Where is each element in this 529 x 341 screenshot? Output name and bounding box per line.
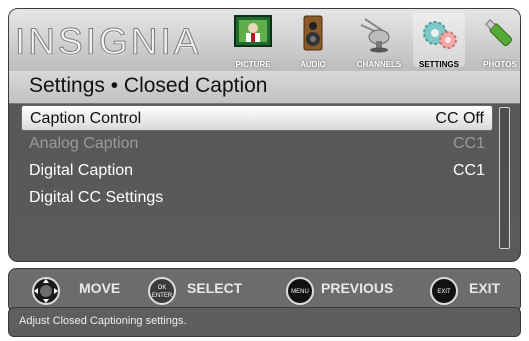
menu-item-analog-caption: Analog Caption CC1 [21, 131, 493, 158]
picture-icon [233, 15, 273, 56]
menu-item-value: CC1 [452, 162, 485, 179]
menu-item-value: CC1 [452, 135, 485, 152]
tab-label-audio: AUDIO [300, 60, 326, 69]
tab-photos[interactable]: PHOTOS [470, 13, 520, 69]
menu-item-caption-control[interactable]: Caption Control CC Off [21, 105, 493, 131]
exit-button-icon: EXIT [429, 276, 459, 311]
svg-text:EXIT: EXIT [437, 289, 451, 295]
ok-enter-icon: OK ENTER [147, 276, 177, 311]
menu-item-digital-caption[interactable]: Digital Caption CC1 [21, 158, 493, 185]
tab-label-picture: PICTURE [235, 60, 271, 69]
menu-panel: INSIGNIA PICTURE AUDIO CHANNELS SETTINGS… [8, 8, 521, 262]
menu-item-label: Analog Caption [29, 135, 139, 152]
tab-label-channels: CHANNELS [356, 60, 402, 69]
speaker-icon [298, 15, 328, 58]
hint-select-label: SELECT [187, 280, 243, 296]
menu-item-label: Digital CC Settings [29, 189, 164, 206]
menu-button-icon: MENU [285, 276, 315, 311]
tab-picture[interactable]: PICTURE [223, 13, 283, 69]
scrollbar[interactable] [499, 107, 510, 249]
brand-logo: INSIGNIA [14, 21, 202, 63]
tab-audio[interactable]: AUDIO [283, 13, 343, 69]
tab-settings[interactable]: SETTINGS [409, 13, 469, 69]
hint-previous-label: PREVIOUS [321, 280, 394, 296]
menu-item-digital-cc-settings[interactable]: Digital CC Settings [21, 185, 493, 212]
gears-icon [419, 15, 459, 58]
dpad-icon [31, 276, 61, 311]
satellite-dish-icon [359, 15, 399, 58]
breadcrumb-bar: Settings • Closed Caption [9, 71, 520, 104]
menu-header: INSIGNIA PICTURE AUDIO CHANNELS SETTINGS… [9, 9, 520, 72]
tab-channels[interactable]: CHANNELS [349, 13, 409, 69]
svg-text:MENU: MENU [291, 289, 309, 295]
svg-text:OK: OK [158, 285, 167, 291]
help-box: Adjust Closed Captioning settings. [8, 307, 521, 337]
menu-list: Caption Control CC Off Analog Caption CC… [21, 105, 493, 212]
breadcrumb: Settings • Closed Caption [29, 74, 268, 97]
help-text: Adjust Closed Captioning settings. [19, 315, 187, 327]
menu-item-value: CC Off [435, 110, 484, 127]
hint-exit-label: EXIT [469, 280, 501, 296]
usb-drive-icon [483, 15, 517, 58]
menu-item-label: Caption Control [30, 110, 142, 127]
tab-label-photos: PHOTOS [483, 60, 517, 69]
menu-item-label: Digital Caption [29, 162, 134, 179]
svg-text:ENTER: ENTER [152, 293, 173, 299]
hint-move-label: MOVE [79, 280, 121, 296]
tab-label-settings: SETTINGS [418, 60, 459, 69]
